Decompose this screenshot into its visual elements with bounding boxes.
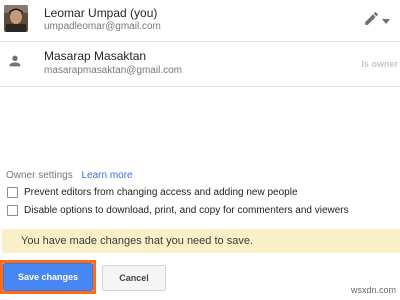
save-changes-button[interactable]: Save changes [3,263,93,291]
pencil-icon [363,10,380,32]
user-name: Masarap Masaktan [44,49,147,63]
owner-permission-label: Is owner [361,59,398,69]
checkbox[interactable] [7,205,18,216]
notice-text: You have made changes that you need to s… [21,235,253,247]
user-email: umpadleomar@gmail.com [44,21,161,32]
user-avatar-photo [4,5,28,32]
owner-settings-header: Owner settings Learn more [6,170,133,181]
user-row-owner: Masarap Masaktan masarapmasaktan@gmail.c… [0,42,400,87]
person-icon [5,51,25,71]
option-disable-download[interactable]: Disable options to download, print, and … [7,205,349,216]
user-email: masarapmasaktan@gmail.com [44,65,182,76]
owner-settings-label: Owner settings [6,170,73,181]
user-name: Leomar Umpad (you) [44,6,158,20]
user-row-you: Leomar Umpad (you) umpadleomar@gmail.com [0,0,400,42]
checkbox[interactable] [7,187,18,198]
permission-dropdown[interactable] [363,10,390,32]
learn-more-link[interactable]: Learn more [81,170,132,181]
cancel-button[interactable]: Cancel [102,265,166,291]
unsaved-changes-notice: You have made changes that you need to s… [2,229,400,253]
option-prevent-editors[interactable]: Prevent editors from changing access and… [7,187,298,198]
shared-users-list: Leomar Umpad (you) umpadleomar@gmail.com… [0,0,400,87]
watermark: wsxdn.com [350,285,396,295]
option-label: Prevent editors from changing access and… [24,187,298,198]
chevron-down-icon [382,12,390,30]
option-label: Disable options to download, print, and … [24,205,349,216]
